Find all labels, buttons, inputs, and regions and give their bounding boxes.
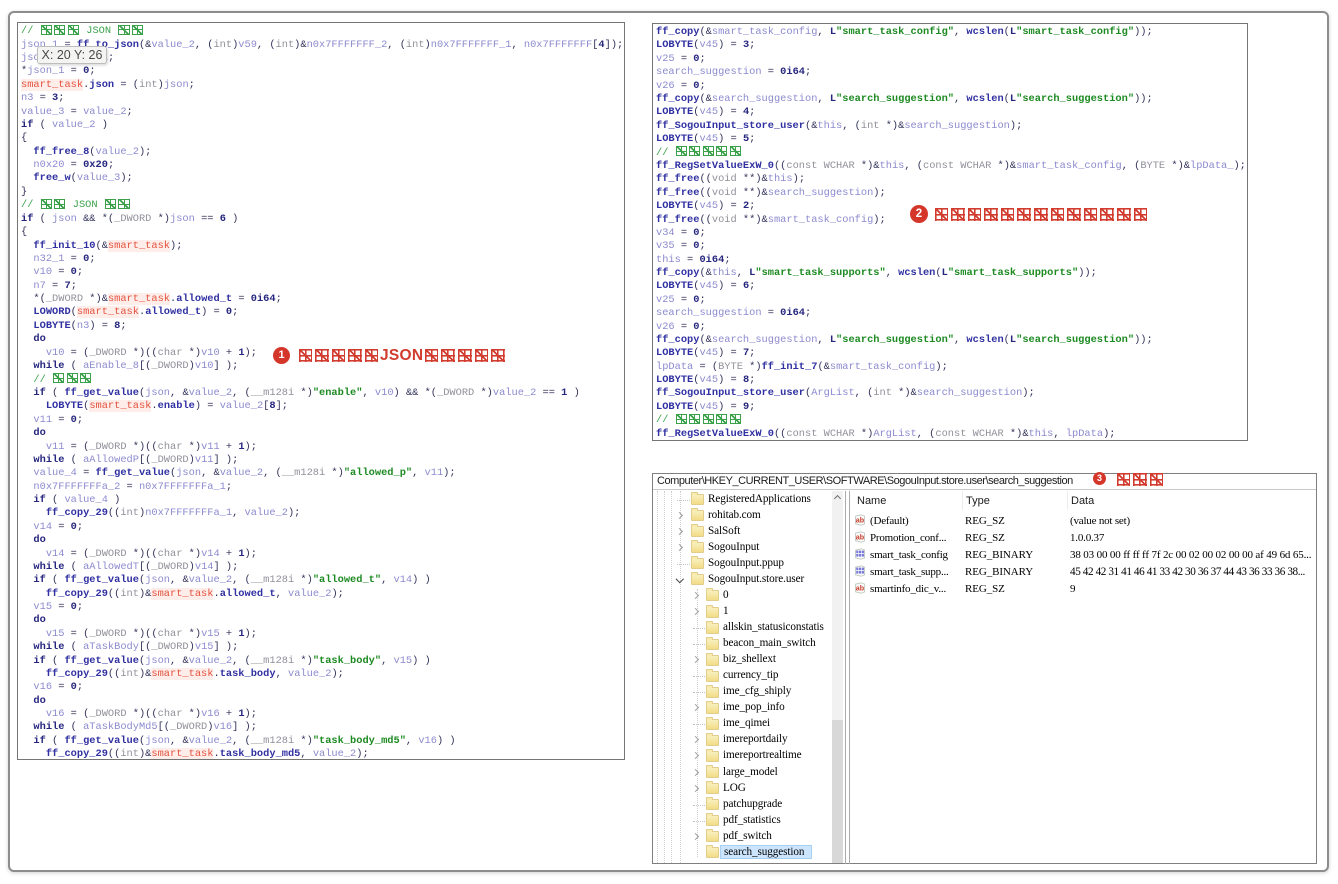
svg-text:ab: ab <box>856 533 865 542</box>
svg-text:ab: ab <box>856 584 865 593</box>
svg-text:ab: ab <box>856 516 865 525</box>
